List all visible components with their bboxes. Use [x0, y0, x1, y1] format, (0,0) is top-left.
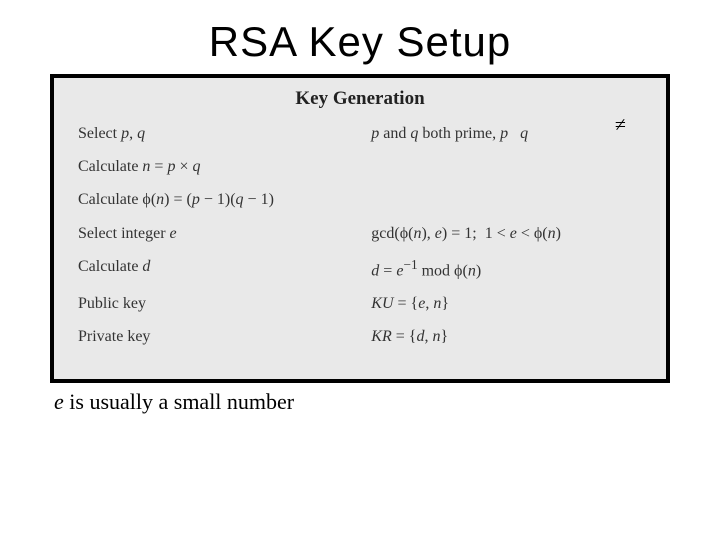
row-calc-phi: Calculate ϕ(n) = (p − 1)(q − 1): [78, 190, 642, 209]
row-calc-d-right: d = e−1 mod ϕ(n): [371, 257, 642, 281]
row-calc-n-right: [371, 157, 642, 176]
row-calc-d-left: Calculate d: [78, 257, 371, 281]
not-equal-symbol: ≠: [615, 114, 626, 137]
row-select-pq: Select p, q p and q both prime, p q: [78, 124, 642, 143]
row-select-pq-right: p and q both prime, p q: [371, 124, 642, 143]
row-private-key-left: Private key: [78, 327, 371, 346]
row-select-e: Select integer e gcd(ϕ(n), e) = 1; 1 < e…: [78, 224, 642, 243]
row-calc-n-left: Calculate n = p × q: [78, 157, 371, 176]
row-calc-d: Calculate d d = e−1 mod ϕ(n): [78, 257, 642, 281]
row-private-key-right: KR = {d, n}: [371, 327, 642, 346]
row-public-key-left: Public key: [78, 294, 371, 313]
row-calc-phi-right: [371, 190, 642, 209]
slide: RSA Key Setup Key Generation Select p, q…: [0, 0, 720, 540]
row-select-e-left: Select integer e: [78, 224, 371, 243]
row-select-pq-left: Select p, q: [78, 124, 371, 143]
row-private-key: Private key KR = {d, n}: [78, 327, 642, 346]
keygen-heading: Key Generation: [78, 88, 642, 110]
slide-title: RSA Key Setup: [0, 18, 720, 66]
row-select-e-right: gcd(ϕ(n), e) = 1; 1 < e < ϕ(n): [371, 224, 642, 243]
row-calc-n: Calculate n = p × q: [78, 157, 642, 176]
keygen-box: Key Generation Select p, q p and q both …: [50, 74, 670, 383]
row-public-key: Public key KU = {e, n}: [78, 294, 642, 313]
footnote: e is usually a small number: [54, 389, 720, 415]
row-calc-phi-left: Calculate ϕ(n) = (p − 1)(q − 1): [78, 190, 371, 209]
row-public-key-right: KU = {e, n}: [371, 294, 642, 313]
